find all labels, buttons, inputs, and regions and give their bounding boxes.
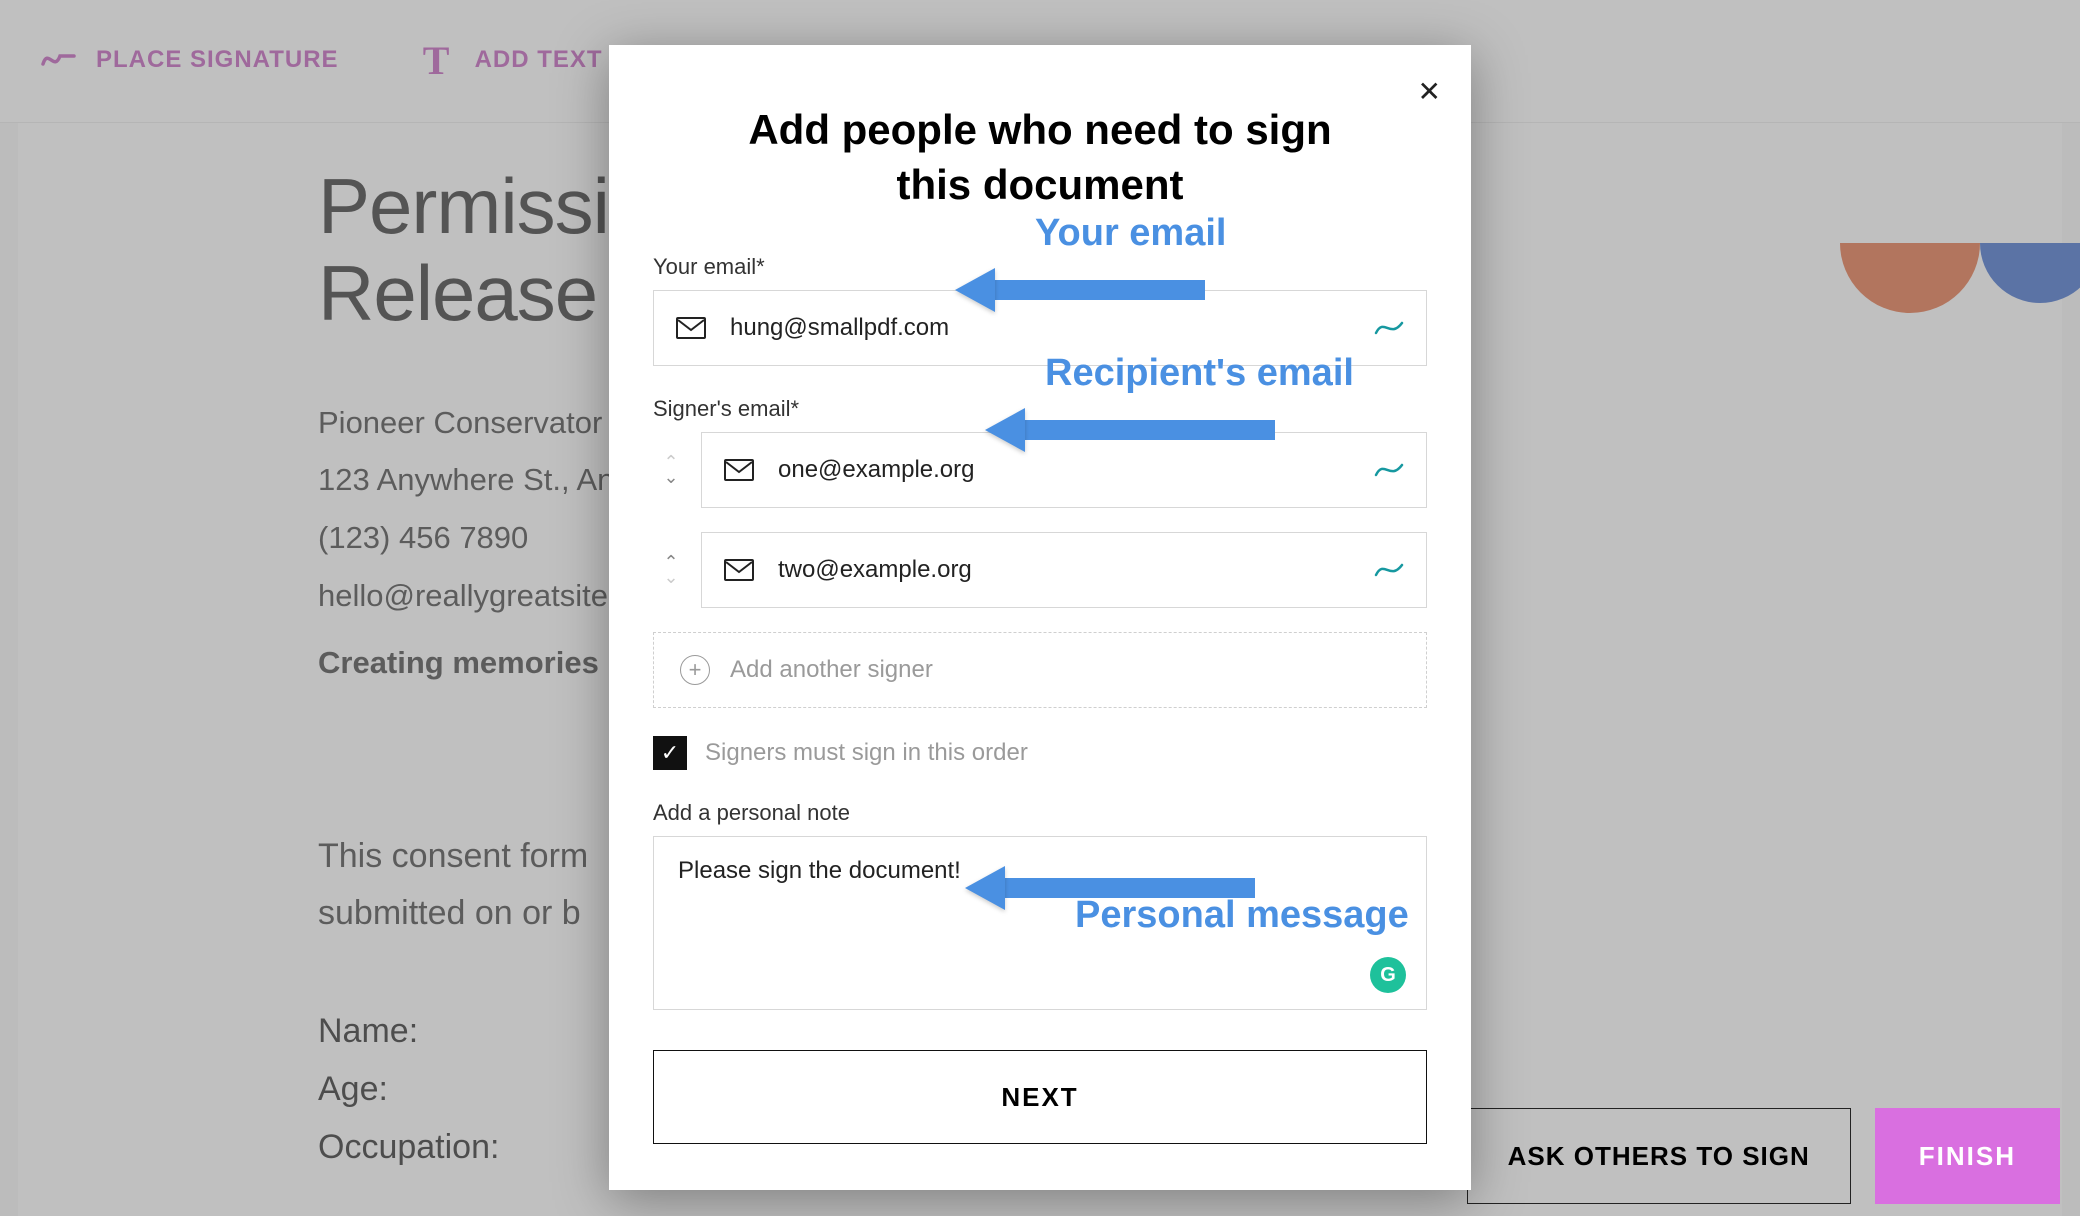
mail-icon xyxy=(724,559,754,581)
ask-others-button[interactable]: ASK OTHERS TO SIGN xyxy=(1467,1108,1851,1204)
signer-email-input-1[interactable] xyxy=(776,455,1404,485)
grammarly-icon: G xyxy=(1370,957,1406,993)
personal-note-field[interactable]: G xyxy=(653,836,1427,1010)
your-email-field[interactable] xyxy=(653,290,1427,366)
signer-email-label: Signer's email* xyxy=(653,396,1427,422)
mail-icon xyxy=(724,459,754,481)
reorder-handle[interactable]: ⌃ ⌄ xyxy=(653,458,689,482)
sign-order-row: ✓ Signers must sign in this order xyxy=(653,736,1427,770)
modal-title: Add people who need to sign this documen… xyxy=(713,103,1367,212)
note-label: Add a personal note xyxy=(653,800,1427,826)
chevron-up-icon[interactable]: ⌃ xyxy=(663,458,678,467)
plus-circle-icon: + xyxy=(680,655,710,685)
signer-row-1: ⌃ ⌄ xyxy=(653,432,1427,508)
add-another-label: Add another signer xyxy=(730,656,933,684)
signer-row-2: ⌃ ⌄ xyxy=(653,532,1427,608)
add-another-signer-button[interactable]: + Add another signer xyxy=(653,632,1427,708)
personal-note-input[interactable] xyxy=(676,855,1404,991)
close-icon[interactable]: ✕ xyxy=(1418,75,1441,108)
signer-email-input-2[interactable] xyxy=(776,555,1404,585)
next-button[interactable]: NEXT xyxy=(653,1050,1427,1144)
your-email-label: Your email* xyxy=(653,254,1427,280)
add-signers-modal: ✕ Add people who need to sign this docum… xyxy=(609,45,1471,1190)
mail-icon xyxy=(676,317,706,339)
chevron-up-icon[interactable]: ⌃ xyxy=(663,558,678,567)
chevron-down-icon[interactable]: ⌄ xyxy=(663,573,678,582)
sign-glyph-icon xyxy=(1374,455,1404,486)
chevron-down-icon[interactable]: ⌄ xyxy=(663,473,678,482)
sign-glyph-icon xyxy=(1374,555,1404,586)
finish-button[interactable]: FINISH xyxy=(1875,1108,2060,1204)
signer-email-field-1[interactable] xyxy=(701,432,1427,508)
sign-order-checkbox[interactable]: ✓ xyxy=(653,736,687,770)
sign-glyph-icon xyxy=(1374,313,1404,344)
reorder-handle[interactable]: ⌃ ⌄ xyxy=(653,558,689,582)
your-email-input[interactable] xyxy=(728,313,1404,343)
signer-email-field-2[interactable] xyxy=(701,532,1427,608)
sign-order-label: Signers must sign in this order xyxy=(705,739,1028,767)
